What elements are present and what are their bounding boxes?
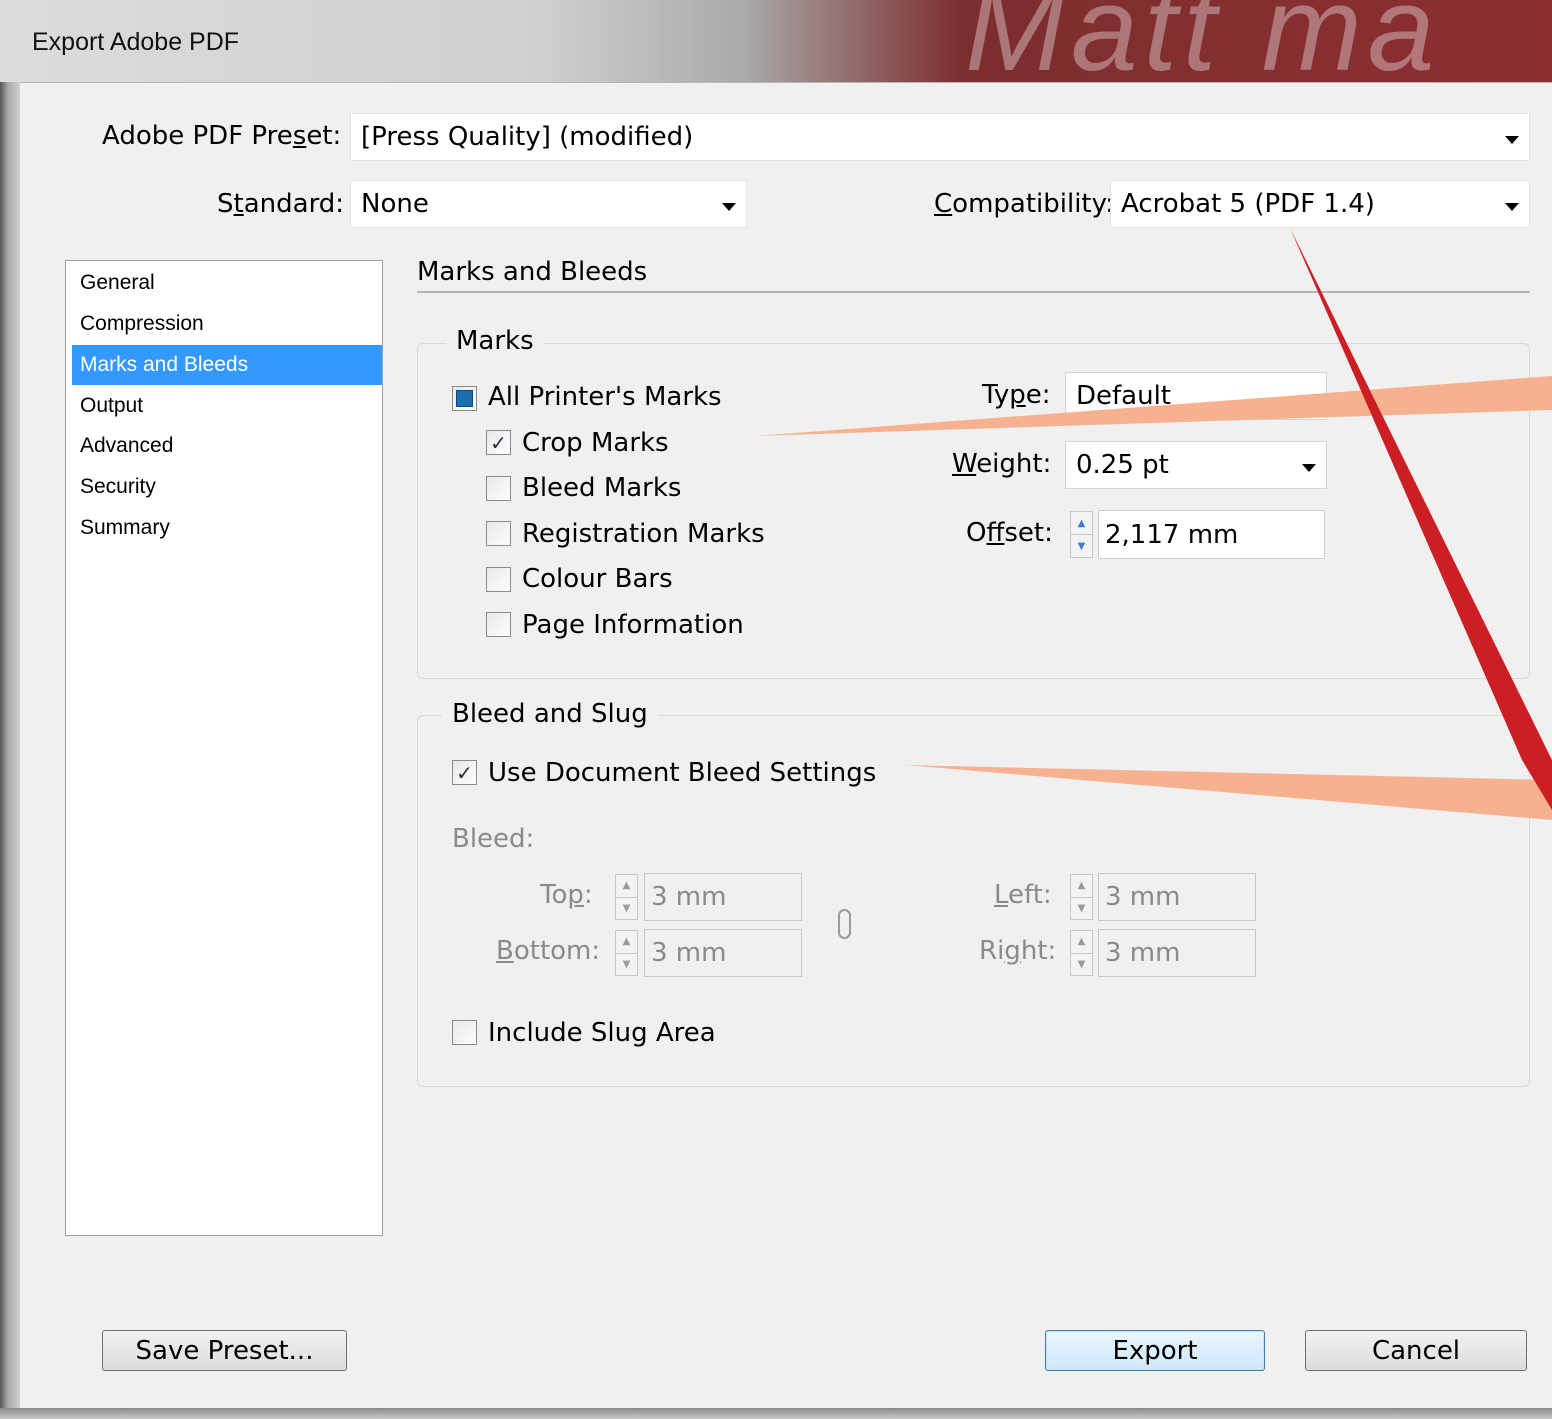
annotation-overlay	[755, 228, 1552, 820]
annotation-pointer-compatibility	[1290, 228, 1552, 810]
annotation-pointer-crop-marks	[755, 376, 1552, 436]
annotation-pointer-document-bleed	[905, 765, 1552, 820]
